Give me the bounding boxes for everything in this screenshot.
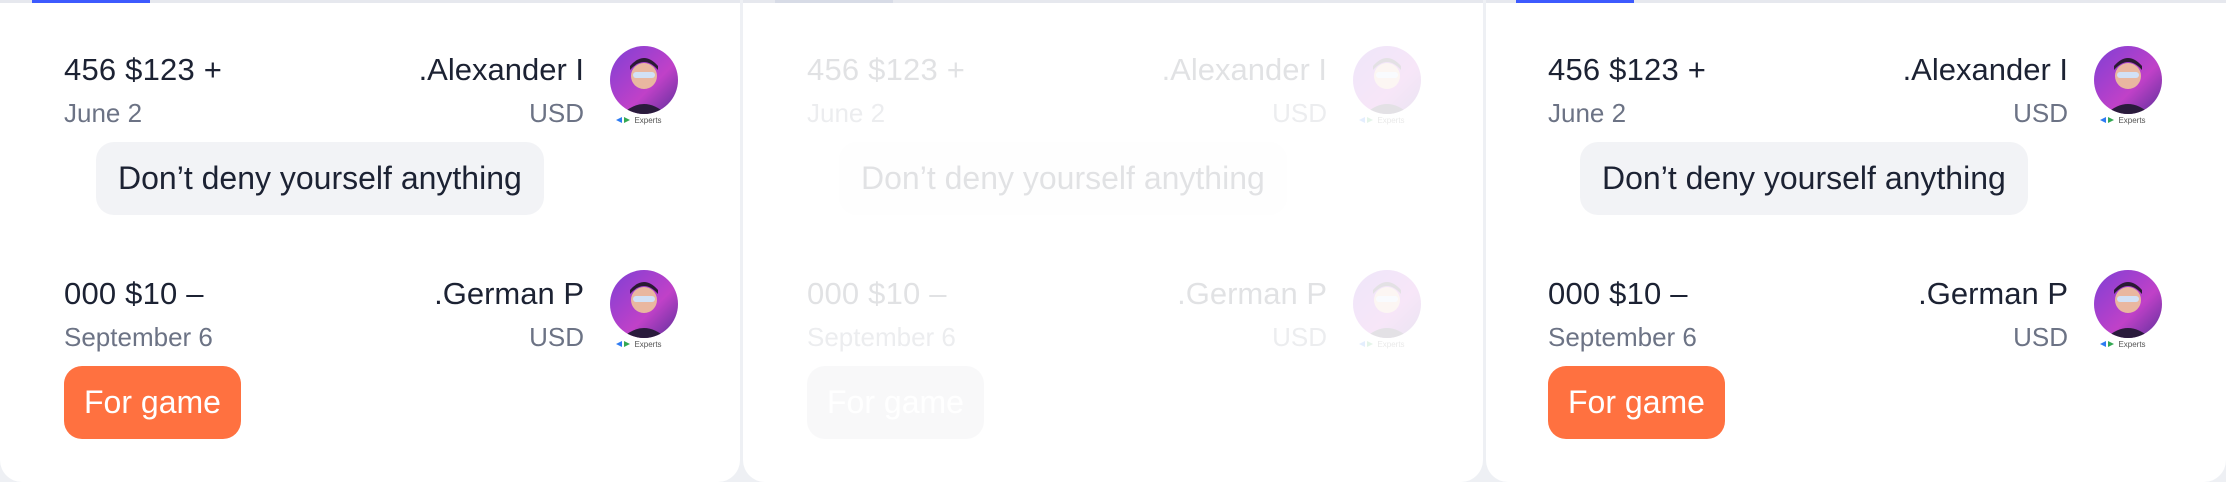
transaction-currency: USD [529, 322, 584, 352]
active-tab-indicator [32, 0, 150, 3]
avatar-badge-label: Experts [1377, 116, 1404, 125]
tab-indicator-track [743, 0, 1483, 3]
transactions-panel-1: 456 $123 + .Alexander I June 2 USD Exper… [0, 0, 740, 482]
category-tag[interactable]: For game [64, 366, 241, 439]
active-tab-indicator [1516, 0, 1634, 3]
user-avatar-icon[interactable]: Experts [1347, 46, 1427, 126]
transaction-currency: USD [2013, 98, 2068, 128]
transaction-date: June 2 [807, 98, 886, 128]
transaction-amount: 000 $10 – [807, 276, 947, 311]
transaction-user-name: .German P [434, 276, 584, 311]
transaction-amount: 000 $10 – [64, 276, 204, 311]
transaction-user-name: .Alexander I [1161, 52, 1327, 87]
transaction-amount: 456 $123 + [1548, 52, 1707, 87]
active-tab-indicator [775, 0, 893, 3]
transaction-date: September 6 [64, 322, 213, 352]
transaction-currency: USD [1272, 98, 1327, 128]
avatar-badge-label: Experts [2118, 116, 2145, 125]
transaction-comment: Don’t deny yourself anything [1580, 142, 2028, 215]
transaction-date: June 2 [1548, 98, 1627, 128]
transaction-amount: 456 $123 + [64, 52, 223, 87]
user-avatar-icon[interactable]: Experts [604, 270, 684, 350]
transaction-user-name: .German P [1918, 276, 2068, 311]
transactions-panel-2: 456 $123 + .Alexander I June 2 USD Exper… [743, 0, 1483, 482]
avatar-badge-label: Experts [2118, 340, 2145, 349]
transaction-user-name: .German P [1177, 276, 1327, 311]
transaction-amount: 000 $10 – [1548, 276, 1688, 311]
tab-indicator-track [1486, 0, 2226, 3]
tab-indicator-track [0, 0, 740, 3]
avatar-badge-label: Experts [1377, 340, 1404, 349]
transaction-amount: 456 $123 + [807, 52, 966, 87]
transaction-currency: USD [529, 98, 584, 128]
user-avatar-icon[interactable]: Experts [2088, 46, 2168, 126]
transaction-currency: USD [1272, 322, 1327, 352]
user-avatar-icon[interactable]: Experts [2088, 270, 2168, 350]
transactions-panel-3: 456 $123 + .Alexander I June 2 USD Exper… [1486, 0, 2226, 482]
transaction-date: September 6 [1548, 322, 1697, 352]
transaction-comment: Don’t deny yourself anything [839, 142, 1287, 215]
transaction-user-name: .Alexander I [418, 52, 584, 87]
user-avatar-icon[interactable]: Experts [604, 46, 684, 126]
category-tag[interactable]: For game [807, 366, 984, 439]
user-avatar-icon[interactable]: Experts [1347, 270, 1427, 350]
transaction-user-name: .Alexander I [1902, 52, 2068, 87]
transaction-date: June 2 [64, 98, 143, 128]
avatar-badge-label: Experts [634, 340, 661, 349]
transaction-currency: USD [2013, 322, 2068, 352]
avatar-badge-label: Experts [634, 116, 661, 125]
transaction-comment: Don’t deny yourself anything [96, 142, 544, 215]
category-tag[interactable]: For game [1548, 366, 1725, 439]
transaction-date: September 6 [807, 322, 956, 352]
